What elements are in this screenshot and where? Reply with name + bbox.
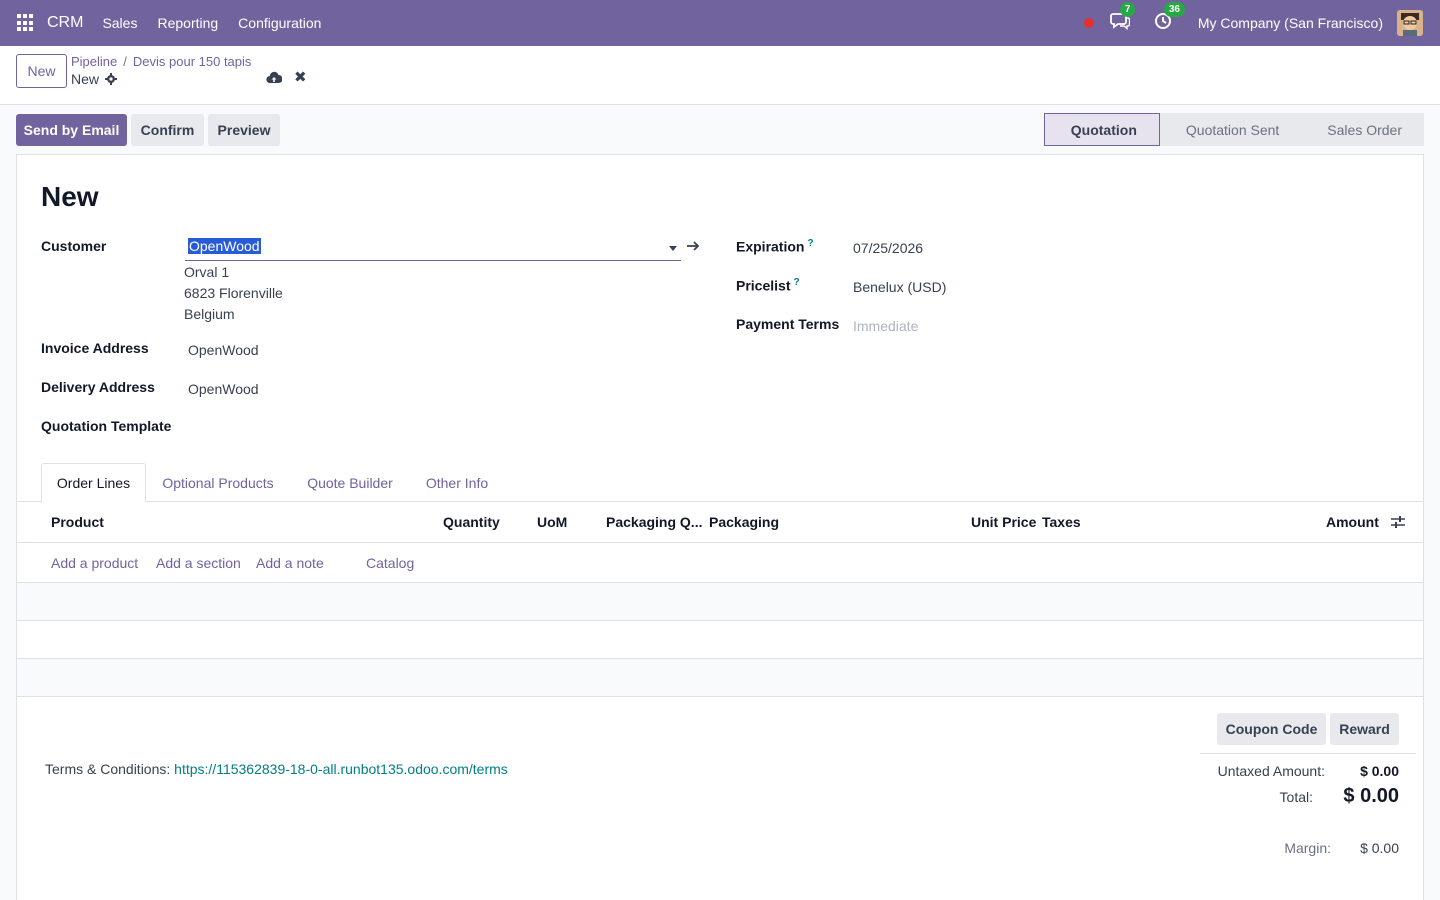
terms-link[interactable]: https://115362839-18-0-all.runbot135.odo… [174, 761, 508, 777]
arrow-right-icon[interactable] [686, 240, 700, 252]
help-icon[interactable]: ? [807, 238, 813, 249]
add-product-link[interactable]: Add a product [51, 555, 138, 571]
apps-menu-icon[interactable] [17, 14, 35, 32]
notebook-tabs: Order Lines Optional Products Quote Buil… [17, 463, 1423, 503]
invoice-address-label: Invoice Address [41, 340, 149, 356]
tab-other-info[interactable]: Other Info [415, 463, 499, 503]
form-sheet: New Customer OpenWood Orval 1 6823 Flore… [16, 154, 1424, 900]
menu-reporting[interactable]: Reporting [157, 15, 218, 31]
col-unit-price[interactable]: Unit Price [971, 514, 1036, 530]
close-icon[interactable]: ✖ [294, 70, 307, 85]
total-value: $ 0.00 [1343, 785, 1399, 807]
record-name-line: New [71, 71, 118, 87]
col-packaging[interactable]: Packaging [709, 514, 779, 530]
app-name[interactable]: CRM [47, 14, 83, 32]
breadcrumb-pipeline[interactable]: Pipeline [71, 54, 117, 69]
confirm-button[interactable]: Confirm [131, 114, 204, 146]
col-packaging-qty[interactable]: Packaging Q... [606, 514, 702, 530]
col-uom[interactable]: UoM [537, 514, 567, 530]
add-section-link[interactable]: Add a section [156, 555, 241, 571]
breadcrumb: Pipeline / Devis pour 150 tapis [71, 54, 252, 69]
control-panel: New Pipeline / Devis pour 150 tapis New ✖ [0, 46, 1440, 105]
stage-quotation[interactable]: Quotation [1043, 113, 1160, 146]
cloud-upload-icon[interactable] [266, 71, 282, 85]
delivery-address-label: Delivery Address [41, 379, 155, 395]
untaxed-amount-value: $ 0.00 [1360, 763, 1399, 779]
preview-button[interactable]: Preview [208, 114, 280, 146]
customer-address-country: Belgium [184, 306, 235, 322]
customer-field[interactable]: OpenWood [185, 235, 681, 261]
untaxed-amount-label: Untaxed Amount: [1217, 763, 1325, 779]
customer-value[interactable]: OpenWood [188, 238, 261, 254]
margin-label: Margin: [1284, 840, 1331, 856]
record-name: New [71, 71, 100, 87]
empty-row [17, 583, 1423, 621]
col-taxes[interactable]: Taxes [1042, 514, 1081, 530]
col-amount[interactable]: Amount [1326, 514, 1379, 530]
sliders-icon[interactable] [1390, 515, 1406, 529]
user-avatar[interactable] [1397, 10, 1423, 36]
help-icon[interactable]: ? [793, 277, 799, 288]
tab-quote-builder[interactable]: Quote Builder [295, 463, 405, 503]
terms-label: Terms & Conditions: [45, 761, 171, 777]
totals-divider [1200, 753, 1416, 754]
quotation-template-label: Quotation Template [41, 418, 172, 434]
customer-address-street: Orval 1 [184, 264, 230, 280]
recording-indicator-icon[interactable] [1083, 18, 1094, 28]
menu-configuration[interactable]: Configuration [238, 15, 321, 31]
coupon-code-button[interactable]: Coupon Code [1217, 713, 1326, 745]
customer-label: Customer [41, 238, 107, 254]
catalog-link[interactable]: Catalog [366, 555, 414, 571]
tab-order-lines[interactable]: Order Lines [41, 463, 146, 503]
activities-count-badge: 36 [1163, 2, 1185, 17]
top-navbar: CRM Sales Reporting Configuration 7 36 M… [0, 0, 1440, 46]
customer-address-city: 6823 Florenville [184, 285, 283, 301]
status-bar: Quotation Quotation Sent Sales Order [1043, 113, 1424, 146]
add-line-row: Add a product Add a section Add a note C… [17, 543, 1423, 583]
reward-button[interactable]: Reward [1330, 713, 1399, 745]
payment-terms-field[interactable]: Immediate [853, 318, 918, 334]
pricelist-field[interactable]: Benelux (USD) [853, 279, 946, 295]
messages-count-badge: 7 [1119, 2, 1136, 17]
tab-optional-products[interactable]: Optional Products [150, 463, 286, 503]
record-title: New [41, 181, 99, 212]
empty-row [17, 621, 1423, 659]
terms-and-conditions: Terms & Conditions: https://115362839-18… [45, 761, 508, 777]
margin-value: $ 0.00 [1360, 840, 1399, 856]
gear-icon[interactable] [105, 73, 118, 85]
empty-row [17, 659, 1423, 697]
pricelist-label: Pricelist? [736, 277, 800, 294]
col-quantity[interactable]: Quantity [443, 514, 500, 530]
new-record-button[interactable]: New [16, 54, 67, 88]
activities-button[interactable]: 36 [1154, 2, 1185, 34]
invoice-address-field[interactable]: OpenWood [188, 342, 259, 358]
expiration-field[interactable]: 07/25/2026 [853, 240, 923, 256]
breadcrumb-opportunity[interactable]: Devis pour 150 tapis [133, 54, 252, 69]
chevron-down-icon[interactable] [669, 246, 677, 251]
total-label: Total: [1279, 789, 1313, 805]
add-note-link[interactable]: Add a note [256, 555, 324, 571]
company-switcher[interactable]: My Company (San Francisco) [1198, 15, 1383, 31]
col-product[interactable]: Product [51, 514, 104, 530]
menu-sales[interactable]: Sales [102, 15, 137, 31]
expiration-label: Expiration? [736, 238, 814, 255]
order-lines-header: Product Quantity UoM Packaging Q... Pack… [17, 502, 1423, 543]
send-by-email-button[interactable]: Send by Email [16, 114, 127, 146]
stage-sales-order[interactable]: Sales Order [1301, 113, 1424, 146]
payment-terms-label: Payment Terms [736, 316, 840, 332]
delivery-address-field[interactable]: OpenWood [188, 381, 259, 397]
messages-button[interactable]: 7 [1109, 2, 1136, 34]
stage-quotation-sent[interactable]: Quotation Sent [1159, 113, 1302, 146]
